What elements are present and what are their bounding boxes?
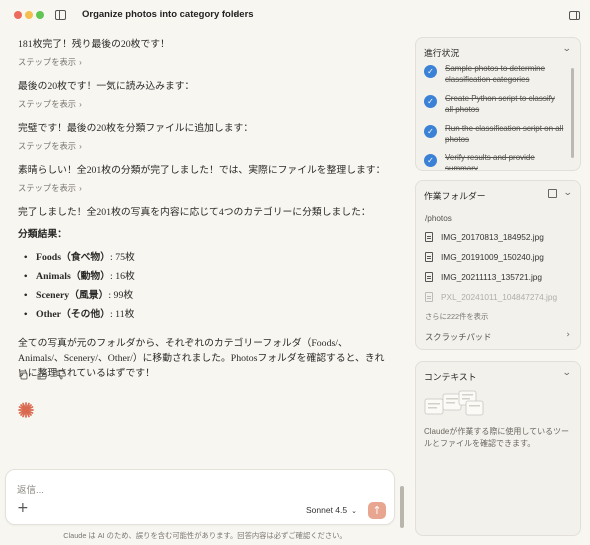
show-steps-label: ステップを表示: [18, 141, 77, 152]
final-summary: 全ての写真が元のフォルダから、それぞれのカテゴリーフォルダ（Foods/、Ani…: [18, 338, 385, 379]
file-icon: [425, 232, 433, 242]
send-button[interactable]: ↑: [368, 502, 386, 519]
assistant-message: 最後の20枚です！一気に読み込みます：: [18, 81, 195, 93]
task-label: Sample photos to determine classificatio…: [445, 64, 546, 84]
show-steps-link[interactable]: ステップを表示 ›: [18, 183, 386, 195]
model-selector[interactable]: Sonnet 4.5 ⌄: [306, 505, 357, 515]
folder-title: 作業フォルダー: [424, 191, 486, 201]
task-item: ✓ Run the classification script on all p…: [424, 124, 564, 146]
list-item: • Scenery（風景）: 99枚: [24, 289, 134, 301]
progress-title: 進行状況: [424, 48, 460, 58]
task-item: ✓ Create Python script to classify all p…: [424, 94, 564, 116]
category-name: Other（その他）: [36, 309, 111, 321]
thumbs-down-icon[interactable]: [56, 370, 66, 380]
reply-input[interactable]: 返信...: [17, 482, 44, 496]
file-item[interactable]: IMG_20211113_135721.jpg: [425, 272, 542, 282]
scratchpad-link[interactable]: スクラッチパッド: [425, 331, 491, 343]
results-heading: 分類結果：: [18, 229, 67, 241]
task-label: Verify results and provide summary: [445, 153, 535, 170]
title-bar: Organize photos into category folders ⌄: [0, 0, 590, 30]
collapse-chevron-icon[interactable]: ⌄: [563, 188, 573, 198]
category-count: : 16枚: [110, 270, 135, 282]
sidebar-toggle-icon[interactable]: [55, 10, 66, 20]
task-item: ✓ Verify results and provide summary: [424, 153, 564, 170]
context-panel: コンテキスト ⌄ Claudeが作業する際に使用しているツールとファイルを確認で…: [415, 361, 581, 536]
chat-transcript: 181枚完了！残り最後の20枚です！ ステップを表示 › 最後の20枚です！一気に…: [18, 38, 386, 381]
checkmark-icon: ✓: [424, 154, 437, 167]
context-title: コンテキスト: [424, 372, 477, 382]
file-name: IMG_20191009_150240.jpg: [441, 252, 544, 262]
progress-scrollbar[interactable]: [571, 68, 574, 158]
file-item[interactable]: IMG_20170813_184952.jpg: [425, 232, 544, 242]
collapse-chevron-icon[interactable]: ⌄: [562, 368, 572, 378]
file-icon: [425, 252, 433, 262]
assistant-message: 完璧です！最後の20枚を分類ファイルに追加します：: [18, 123, 254, 135]
category-name: Foods（食べ物）: [36, 251, 111, 263]
file-name: IMG_20211113_135721.jpg: [441, 272, 543, 282]
show-more-files-link[interactable]: さらに222件を表示: [425, 312, 488, 322]
file-icon: [425, 272, 433, 282]
file-name: PXL_20241011_104847274.jpg: [441, 292, 558, 302]
copy-icon[interactable]: [18, 370, 28, 380]
right-panel-toggle-icon[interactable]: [569, 11, 580, 20]
show-steps-label: ステップを表示: [18, 57, 77, 68]
file-item[interactable]: PXL_20241011_104847274.jpg: [425, 292, 557, 302]
chat-scrollbar[interactable]: [400, 486, 405, 528]
category-name: Animals（動物）: [36, 270, 111, 282]
ai-disclaimer: Claude は AI のため、誤りを含む可能性があります。回答内容は必ずご確認…: [63, 531, 347, 540]
folder-path: /photos: [425, 214, 452, 223]
assistant-message: 素晴らしい！全201枚の分類が完了しました！では、実際にファイルを整理します：: [18, 165, 386, 177]
chevron-down-icon: ⌄: [351, 508, 357, 515]
file-icon: [425, 292, 433, 302]
checkmark-icon: ✓: [424, 65, 437, 78]
message-composer: 返信... + Sonnet 4.5 ⌄ ↑: [5, 469, 395, 525]
file-item[interactable]: IMG_20191009_150240.jpg: [425, 252, 544, 262]
add-attachment-button[interactable]: +: [17, 501, 29, 515]
category-count: : 99枚: [108, 289, 134, 301]
show-steps-link[interactable]: ステップを表示 ›: [18, 99, 386, 111]
chevron-right-icon: ›: [79, 100, 82, 110]
chevron-right-icon[interactable]: ›: [566, 330, 570, 340]
list-item: • Foods（食べ物）: 75枚: [24, 251, 135, 263]
message-actions: [18, 370, 66, 380]
progress-panel: 進行状況 ⌄ ✓ Sample photos to determine clas…: [415, 37, 581, 171]
category-name: Scenery（風景）: [36, 289, 109, 301]
close-window-button[interactable]: [14, 11, 22, 19]
show-steps-link[interactable]: ステップを表示 ›: [18, 57, 386, 69]
show-steps-label: ステップを表示: [18, 99, 77, 110]
context-illustration-icon: [424, 390, 484, 416]
collapse-chevron-icon[interactable]: ⌄: [562, 44, 572, 54]
minimize-window-button[interactable]: [25, 11, 33, 19]
category-count: : 11枚: [110, 309, 135, 321]
show-steps-label: ステップを表示: [18, 183, 77, 194]
file-name: IMG_20170813_184952.jpg: [441, 232, 544, 242]
open-external-icon[interactable]: [548, 188, 558, 198]
chevron-right-icon: ›: [79, 184, 82, 194]
conversation-title[interactable]: Organize photos into category folders: [82, 9, 254, 20]
model-name: Sonnet 4.5: [306, 505, 348, 515]
final-intro: 完了しました！全201枚の写真を内容に応じて4つのカテゴリーに分類しました：: [18, 207, 371, 219]
working-folder-panel: 作業フォルダー ⌄ /photos IMG_20170813_184952.jp…: [415, 180, 581, 350]
category-count: : 75枚: [110, 251, 135, 263]
show-steps-link[interactable]: ステップを表示 ›: [18, 141, 386, 153]
task-item: ✓ Sample photos to determine classificat…: [424, 64, 564, 86]
thumbs-up-icon[interactable]: [37, 370, 47, 380]
task-label: Run the classification script on all pho…: [445, 124, 564, 144]
zoom-window-button[interactable]: [36, 11, 44, 19]
checkmark-icon: ✓: [424, 125, 437, 138]
results-list: • Foods（食べ物）: 75枚 • Animals（動物）: 16枚 • Scen…: [24, 251, 386, 322]
chevron-down-icon[interactable]: ⌄: [231, 8, 241, 18]
list-item: • Other（その他）: 11枚: [24, 309, 135, 321]
assistant-message: 181枚完了！残り最後の20枚です！: [18, 39, 170, 50]
checkmark-icon: ✓: [424, 95, 437, 108]
chevron-right-icon: ›: [79, 142, 82, 152]
task-label: Create Python script to classify all pho…: [445, 94, 555, 114]
claude-logo-icon: [18, 402, 34, 418]
context-description: Claudeが作業する際に使用しているツールとファイルを確認できます。: [424, 427, 569, 448]
list-item: • Animals（動物）: 16枚: [24, 270, 135, 282]
chevron-right-icon: ›: [79, 58, 82, 68]
